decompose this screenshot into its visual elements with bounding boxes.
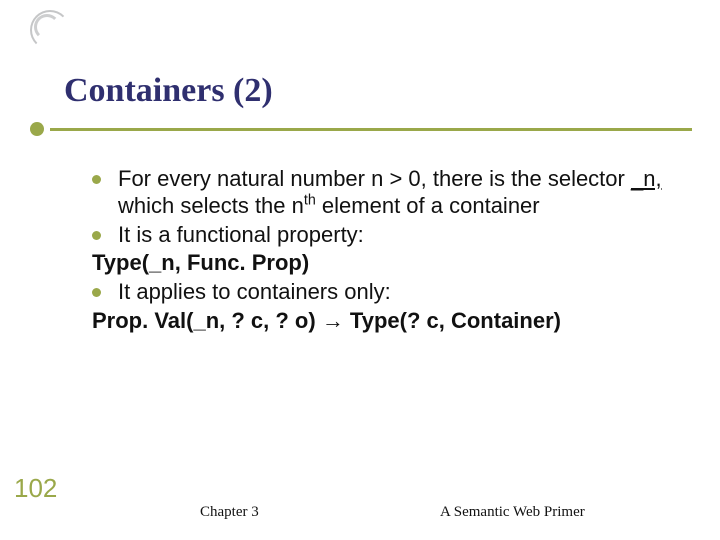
formula-line-2: Prop. Val(_n, ? c, ? o) → Type(? c, Cont… (92, 308, 664, 335)
text-fragment: which selects the n (118, 193, 304, 218)
formula-line-1: Type(_n, Func. Prop) (92, 250, 664, 277)
rule-dot-icon (30, 122, 44, 136)
page-number: 102 (14, 473, 57, 504)
superscript-th: th (304, 193, 316, 209)
text-fragment: element of a container (316, 193, 540, 218)
bullet-text: It applies to containers only: (118, 279, 391, 304)
slide-body: For every natural number n > 0, there is… (92, 166, 664, 335)
bullet-text: For every natural number n > 0, there is… (118, 166, 662, 218)
formula-left: Prop. Val(_n, ? c, ? o) (92, 308, 322, 333)
footer-book-title: A Semantic Web Primer (440, 504, 585, 521)
bullet-item-2: It is a functional property: (92, 222, 664, 249)
bullet-icon (92, 175, 101, 184)
slide-title: Containers (2) (64, 72, 672, 110)
bullet-item-3: It applies to containers only: (92, 279, 664, 306)
decoration-arc-inner (34, 14, 60, 40)
rule-line (50, 128, 692, 131)
title-rule (56, 120, 672, 142)
footer-chapter: Chapter 3 (200, 504, 259, 521)
text-fragment: For every natural number n > 0, there is… (118, 166, 631, 191)
implies-arrow-icon: → (322, 308, 344, 333)
bullet-text: It is a functional property: (118, 222, 364, 247)
formula-right: Type(? c, Container) (344, 308, 561, 333)
corner-decoration (30, 10, 70, 50)
slide: Containers (2) For every natural number … (0, 0, 720, 540)
bullet-icon (92, 288, 101, 297)
bullet-item-1: For every natural number n > 0, there is… (92, 166, 664, 220)
bullet-icon (92, 231, 101, 240)
selector-underlined: _n, (631, 166, 662, 191)
